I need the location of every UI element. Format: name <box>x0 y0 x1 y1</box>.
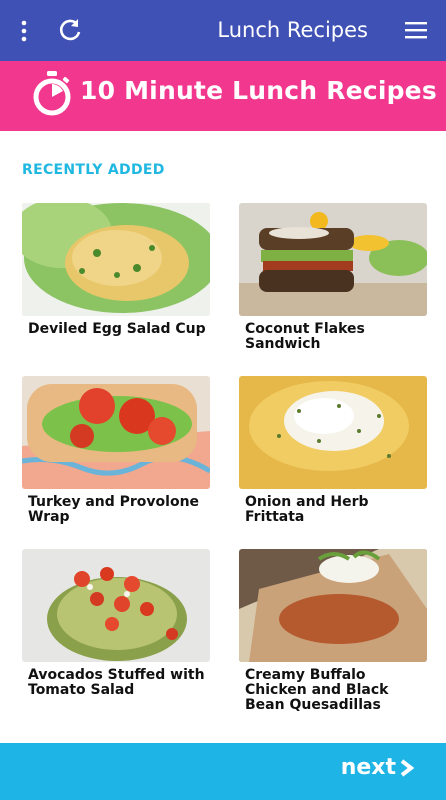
recipe-card[interactable]: Turkey and Provolone Wrap <box>22 376 210 525</box>
recipe-image <box>22 203 210 316</box>
menu-icon[interactable] <box>404 20 428 40</box>
app-bar: Lunch Recipes <box>0 0 446 61</box>
recipe-image <box>239 376 427 489</box>
recipe-title: Creamy Buffalo Chicken and Black Bean Qu… <box>245 667 389 713</box>
next-button[interactable]: next <box>341 755 414 780</box>
recipe-title: Avocados Stuffed with Tomato Salad <box>28 667 205 698</box>
app-title: Lunch Recipes <box>217 18 368 42</box>
recipe-card[interactable]: Deviled Egg Salad Cup <box>22 203 210 337</box>
more-vert-icon[interactable] <box>14 18 34 44</box>
banner-title: 10 Minute Lunch Recipes <box>80 76 437 105</box>
recipe-card[interactable]: Coconut Flakes Sandwich <box>239 203 427 352</box>
recipe-image <box>22 376 210 489</box>
footer-bar: next <box>0 743 446 800</box>
recipe-title: Turkey and Provolone Wrap <box>28 494 200 525</box>
timer-icon <box>33 71 71 116</box>
recipe-title: Deviled Egg Salad Cup <box>28 321 206 337</box>
recipe-card[interactable]: Onion and Herb Frittata <box>239 376 427 525</box>
recipe-image <box>22 549 210 662</box>
recipe-title: Coconut Flakes Sandwich <box>245 321 365 352</box>
recipe-title: Onion and Herb Frittata <box>245 494 369 525</box>
recipe-image <box>239 203 427 316</box>
recipe-card[interactable]: Avocados Stuffed with Tomato Salad <box>22 549 210 698</box>
recipe-image <box>239 549 427 662</box>
next-label: next <box>340 755 396 780</box>
refresh-icon[interactable] <box>56 16 84 44</box>
banner: 10 Minute Lunch Recipes <box>0 61 446 131</box>
recipe-card[interactable]: Creamy Buffalo Chicken and Black Bean Qu… <box>239 549 427 713</box>
section-title: RECENTLY ADDED <box>22 162 165 178</box>
chevron-right-icon <box>400 758 414 777</box>
